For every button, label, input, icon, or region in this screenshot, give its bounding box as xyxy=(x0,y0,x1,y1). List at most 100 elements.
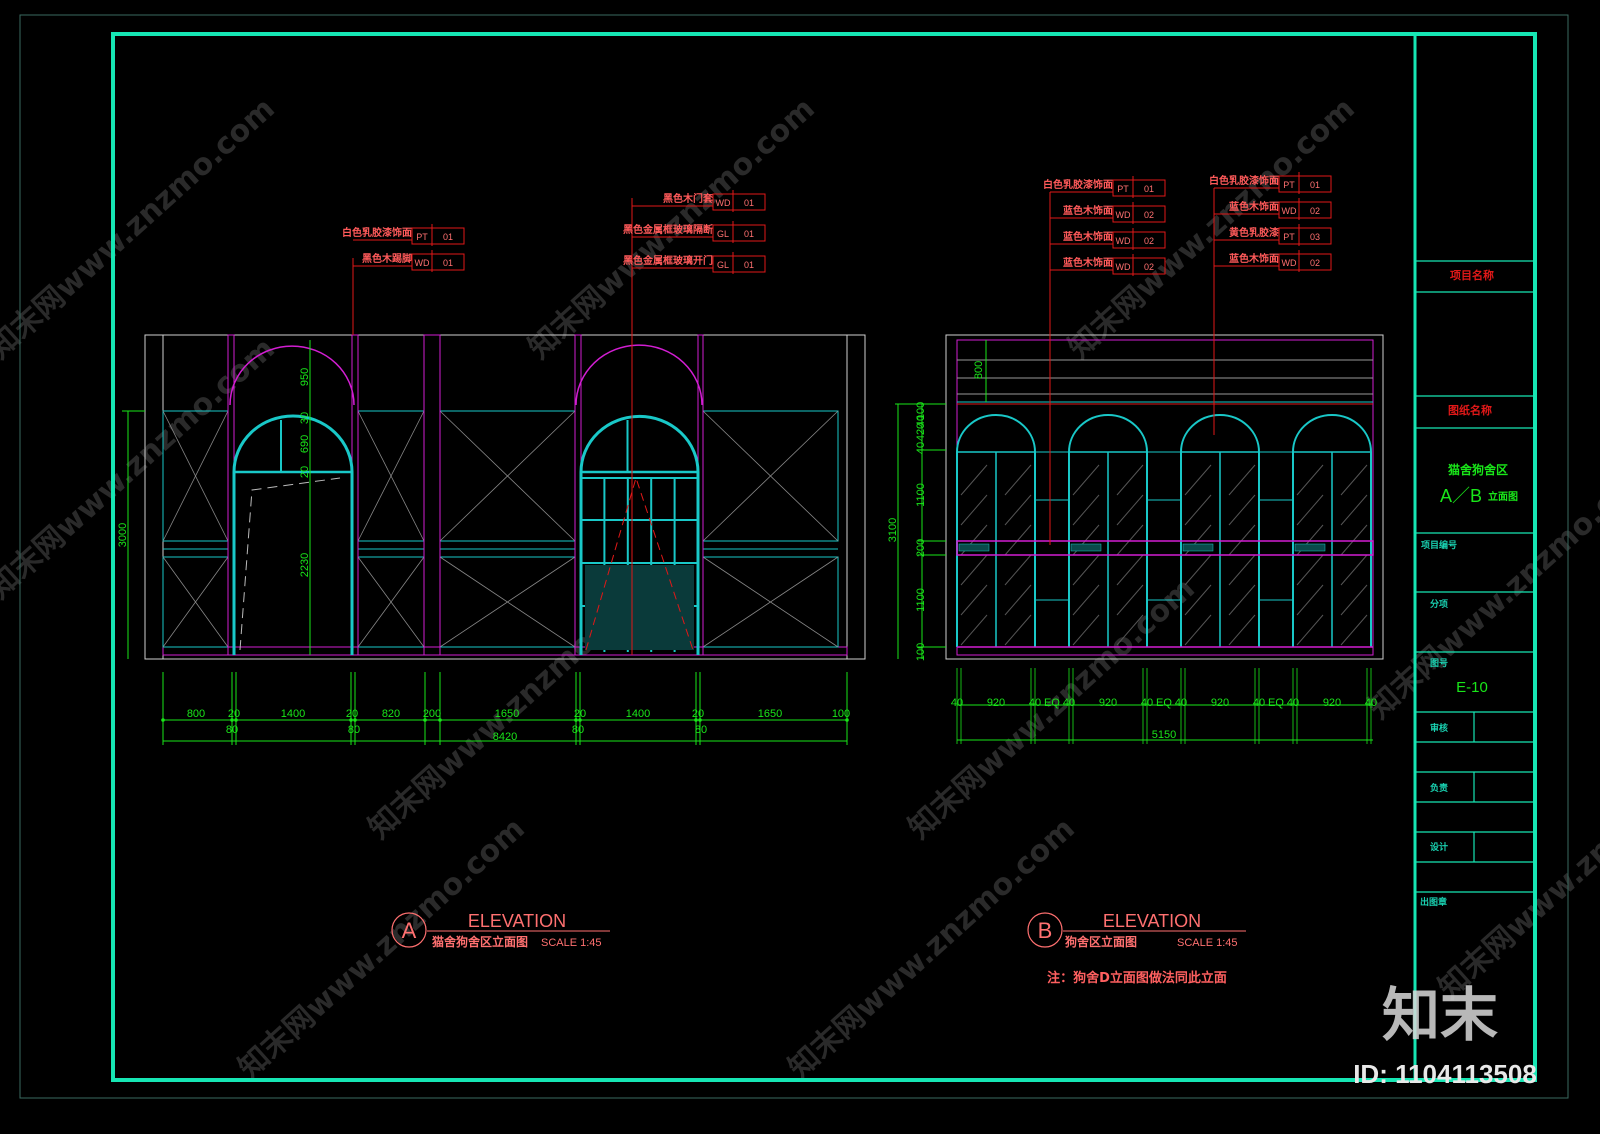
decorative-arch xyxy=(575,344,703,406)
vertical-dimension-label: 1100 xyxy=(915,588,927,612)
callout-label: 白色乳胶漆饰面 xyxy=(342,226,412,239)
dimension-label: 100 xyxy=(832,708,850,720)
dimension-label: EQ xyxy=(1044,697,1060,709)
watermark-id: ID: 1104113508 xyxy=(1353,1059,1537,1089)
glass-hatch xyxy=(1072,464,1100,496)
callout-label: 蓝色木饰面 xyxy=(1063,204,1113,217)
cabinet-arch xyxy=(1292,413,1372,453)
dimension-label: 20 xyxy=(574,708,586,720)
dimension-label: EQ xyxy=(1268,697,1284,709)
glass-hatch xyxy=(1184,494,1212,526)
callout-number: 01 xyxy=(443,258,453,268)
drawing-number-label: 图号 xyxy=(1430,658,1448,669)
drawing-name-suffix: 立面图 xyxy=(1488,490,1518,503)
glass-hatch xyxy=(960,464,988,496)
drawing-name-label: 图纸名称 xyxy=(1448,403,1492,417)
wall-outline xyxy=(144,334,866,660)
vertical-dimension-label: 420 xyxy=(915,423,927,441)
dimension-label: EQ xyxy=(1156,697,1172,709)
glass-hatch xyxy=(1228,494,1256,526)
glass-hatch xyxy=(960,554,988,586)
dimension-label: 80 xyxy=(572,724,584,736)
cabinet-arch xyxy=(1068,413,1148,453)
total-height-label: 3100 xyxy=(887,518,899,542)
glass-hatch xyxy=(960,494,988,526)
callout-label: 蓝色木饰面 xyxy=(1229,200,1279,213)
callout-number: 02 xyxy=(1144,210,1154,220)
elevation-b-note: 注：狗舍D立面图做法同此立面 xyxy=(1047,970,1227,986)
glass-hatch xyxy=(1184,614,1212,646)
door-dimension-label: 2230 xyxy=(299,553,311,577)
elevation-b-scale: SCALE 1:45 xyxy=(1177,937,1238,949)
dimension-label: 920 xyxy=(1099,697,1117,709)
elevation-a-subtitle: 猫舍狗舍区立面图 xyxy=(432,934,528,949)
dimension-label: 1650 xyxy=(758,708,782,720)
glass-hatch xyxy=(1116,524,1144,556)
glass-hatch xyxy=(1340,614,1368,646)
glass-hatch xyxy=(1296,584,1324,616)
glass-hatch xyxy=(1228,614,1256,646)
skirting xyxy=(162,646,848,656)
callout-number: 01 xyxy=(744,229,754,239)
dimension-label: 40 xyxy=(1365,697,1377,709)
cad-drawing: 知末网www.znzmo.com 知末网www.znzmo.com 知末网www.z… xyxy=(0,14,1600,1099)
design-label: 设计 xyxy=(1430,841,1448,853)
glass-hatch xyxy=(1004,614,1032,646)
glass-hatch xyxy=(1004,524,1032,556)
callout-label: 黑色木门套 xyxy=(663,192,714,205)
door-dimension-label: 950 xyxy=(299,368,311,386)
dimension-label: 920 xyxy=(1211,697,1229,709)
dimension-label: 200 xyxy=(423,708,441,720)
dimension-label: 40 xyxy=(1029,697,1041,709)
callout-number: 01 xyxy=(1310,180,1320,190)
callout-code: WD xyxy=(1282,258,1297,268)
dimension-label: 40 xyxy=(1253,697,1265,709)
total-width-label: 8420 xyxy=(493,731,517,743)
dimension-tick xyxy=(161,718,165,722)
callout-code: PT xyxy=(416,232,428,242)
callout-number: 03 xyxy=(1310,232,1320,242)
vertical-dimension-label: 40 xyxy=(915,442,927,454)
glass-hatch xyxy=(1340,464,1368,496)
callout-number: 02 xyxy=(1144,262,1154,272)
watermark-text: 知末网www.znzmo.com xyxy=(782,811,1082,1086)
total-width-label: 5150 xyxy=(1152,729,1176,741)
elevation-a: 白色乳胶漆饰面 PT 01黑色木踢脚 WD 01黑色木门套 WD 01黑色金属框玻璃隔断 GL… xyxy=(117,190,866,745)
callout-label: 蓝色木饰面 xyxy=(1229,252,1279,265)
callout-code: WD xyxy=(1116,262,1131,272)
dimension-label: 80 xyxy=(226,724,238,736)
callout-label: 黑色金属框玻璃开门 xyxy=(623,254,713,267)
review-label: 审核 xyxy=(1430,722,1448,734)
callout-label: 黑色木踢脚 xyxy=(362,252,412,265)
vertical-dimension-label: 1100 xyxy=(915,483,927,507)
dimension-label: 40 xyxy=(1063,697,1075,709)
subitem-label: 分项 xyxy=(1430,598,1448,610)
dimension-label: 1400 xyxy=(281,708,305,720)
callout-number: 02 xyxy=(1310,206,1320,216)
glass-hatch xyxy=(1228,524,1256,556)
glass-hatch xyxy=(960,614,988,646)
dimension-label: 20 xyxy=(346,708,358,720)
vertical-dimension-label: 100 xyxy=(915,643,927,661)
dimension-label: 40 xyxy=(951,697,963,709)
glass-hatch xyxy=(1072,614,1100,646)
glass-hatch xyxy=(1004,584,1032,616)
dimension-label: 40 xyxy=(1175,697,1187,709)
callout-number: 01 xyxy=(443,232,453,242)
elevation-b: 白色乳胶漆饰面 PT 01蓝色木饰面 WD 02蓝色木饰面 WD 02蓝色木饰面 WD 02白色… xyxy=(887,172,1384,744)
glass-hatch xyxy=(1184,464,1212,496)
glass-hatch xyxy=(1340,554,1368,586)
project-name-label: 项目名称 xyxy=(1450,268,1494,282)
callout-code: PT xyxy=(1283,180,1295,190)
glass-hatch xyxy=(1072,554,1100,586)
dimension-label: 40 xyxy=(1287,697,1299,709)
glass-hatch xyxy=(1340,584,1368,616)
dimension-label: 80 xyxy=(695,724,707,736)
dimension-label: 40 xyxy=(1141,697,1153,709)
cabinet-arch xyxy=(1180,413,1260,453)
glass-hatch xyxy=(1296,614,1324,646)
marker-a: A xyxy=(402,918,417,943)
glass-hatch xyxy=(1116,464,1144,496)
callout-code: GL xyxy=(717,229,729,239)
callout-number: 02 xyxy=(1144,236,1154,246)
